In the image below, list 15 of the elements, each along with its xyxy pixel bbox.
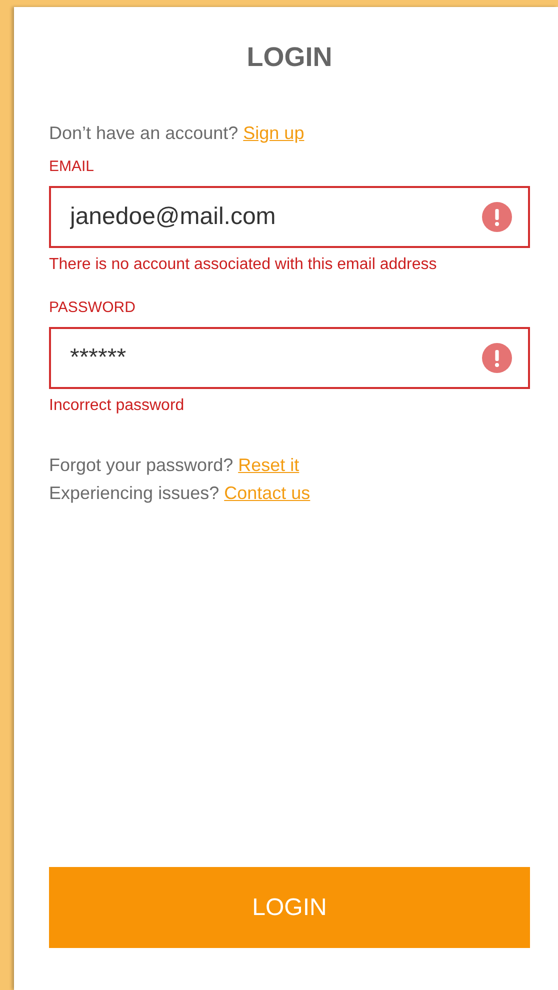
error-message: Incorrect password bbox=[49, 396, 186, 416]
help-link[interactable]: Reset it bbox=[238, 455, 300, 475]
page-title: LOGIN bbox=[246, 41, 334, 73]
error-icon bbox=[482, 202, 512, 232]
help-prompt: Experiencing issues? Contact us bbox=[49, 482, 312, 505]
help-prompt: Forgot your password? Reset it bbox=[49, 454, 300, 477]
error-message: There is no account associated with this email address bbox=[49, 255, 438, 275]
field-label: PASSWORD bbox=[49, 298, 136, 318]
help-link[interactable]: Contact us bbox=[224, 483, 310, 503]
signup-link[interactable]: Sign up bbox=[243, 123, 304, 143]
login-button[interactable]: LOGIN bbox=[49, 867, 530, 948]
error-icon bbox=[482, 343, 512, 373]
field-label: EMAIL bbox=[49, 157, 96, 177]
input-field[interactable]: ****** bbox=[49, 327, 530, 389]
signup-prompt: Don’t have an account? Sign up bbox=[49, 122, 306, 145]
